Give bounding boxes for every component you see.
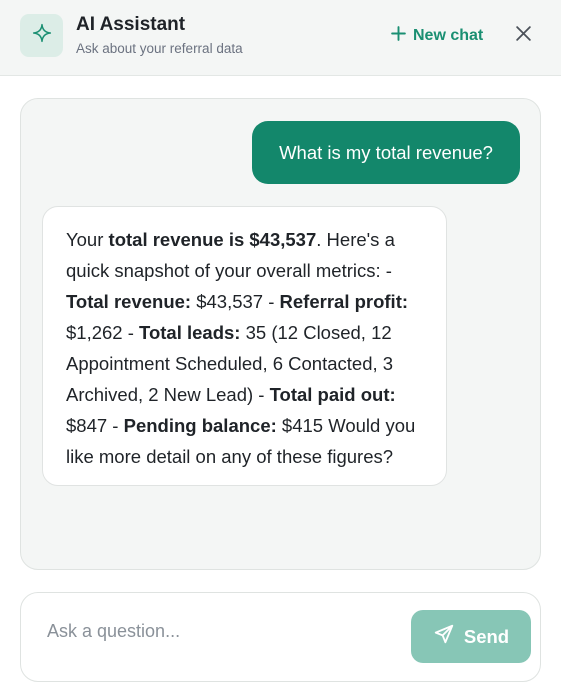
plus-icon — [390, 25, 407, 47]
chat-header: AI Assistant Ask about your referral dat… — [0, 0, 561, 76]
close-button[interactable] — [511, 24, 535, 48]
close-icon — [515, 25, 532, 47]
send-button[interactable]: Send — [411, 610, 531, 663]
assistant-text-1: Your — [66, 229, 109, 250]
assistant-message: Your total revenue is $43,537. Here's a … — [42, 206, 447, 486]
assistant-bold-4: Total leads: — [139, 322, 241, 343]
assistant-bold-2: Total revenue: — [66, 291, 192, 312]
header-title: AI Assistant — [76, 14, 186, 35]
assistant-bold-6: Pending balance: — [123, 415, 277, 436]
user-message: What is my total revenue? — [252, 121, 520, 184]
chat-messages[interactable]: What is my total revenue? Your total rev… — [20, 98, 541, 570]
assistant-bold-3: Referral profit: — [279, 291, 409, 312]
paper-plane-icon — [433, 623, 455, 650]
sparkle-icon — [32, 23, 52, 48]
header-subtitle: Ask about your referral data — [76, 41, 243, 56]
assistant-text-4: $1,262 - — [66, 322, 140, 343]
assistant-text-3: $43,537 - — [191, 291, 280, 312]
new-chat-label: New chat — [413, 27, 484, 44]
assistant-bold-1: total revenue is $43,537 — [108, 229, 317, 250]
question-input[interactable] — [47, 617, 397, 645]
new-chat-button[interactable]: New chat — [390, 24, 483, 48]
assistant-text-6: $847 - — [66, 415, 124, 436]
send-label: Send — [463, 625, 510, 647]
assistant-bold-5: Total paid out: — [269, 384, 396, 405]
composer: Send — [20, 592, 541, 682]
assistant-logo — [20, 14, 63, 57]
user-message-text: What is my total revenue? — [279, 141, 493, 163]
